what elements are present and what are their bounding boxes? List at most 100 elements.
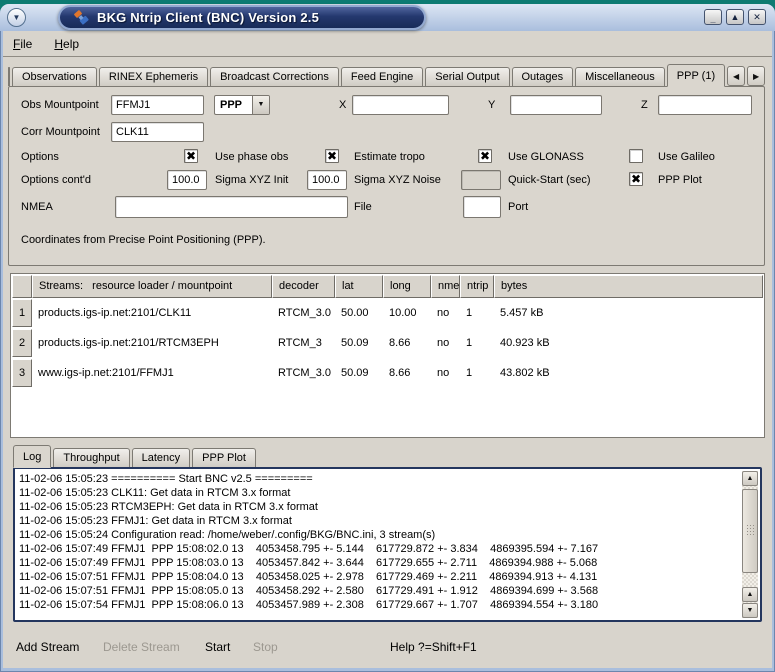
use-galileo-checkbox[interactable] xyxy=(629,149,643,163)
cell-decoder: RTCM_3.0 xyxy=(272,307,335,319)
delete-stream-button: Delete Stream xyxy=(103,640,180,654)
use-phase-obs-checkbox[interactable]: ✖ xyxy=(184,149,198,163)
row-number[interactable]: 3 xyxy=(12,359,32,387)
chevron-down-icon[interactable]: ▼ xyxy=(252,96,269,114)
ppp-mode-select[interactable]: PPP ▼ xyxy=(214,95,270,115)
sigma-xyz-init-label: Sigma XYZ Init xyxy=(215,174,288,186)
sigma-xyz-init-input[interactable] xyxy=(167,170,207,190)
header-decoder[interactable]: decoder xyxy=(272,275,335,298)
maximize-button[interactable]: ▲ xyxy=(726,9,744,25)
cell-ntrip: 1 xyxy=(460,367,494,379)
scroll-down-icon[interactable]: ▼ xyxy=(742,603,758,618)
tab-observations[interactable]: Observations xyxy=(12,67,97,86)
tab-miscellaneous[interactable]: Miscellaneous xyxy=(575,67,665,86)
sigma-xyz-noise-input[interactable] xyxy=(307,170,347,190)
log-line: 11-02-06 15:07:49 FFMJ1 PPP 15:08:03.0 1… xyxy=(19,556,738,570)
close-button[interactable]: ✕ xyxy=(748,9,766,25)
log-view[interactable]: 11-02-06 15:05:23 ========== Start BNC v… xyxy=(13,467,762,622)
cell-nmea: no xyxy=(431,307,460,319)
tab-scroll-right-icon[interactable]: ▶ xyxy=(747,66,765,86)
header-mountpoint[interactable]: Streams: resource loader / mountpoint xyxy=(32,275,272,298)
use-galileo-label: Use Galileo xyxy=(658,151,715,163)
header-long[interactable]: long xyxy=(383,275,431,298)
cell-decoder: RTCM_3 xyxy=(272,337,335,349)
tab-feed-engine[interactable]: Feed Engine xyxy=(341,67,423,86)
log-tab-bar: Log Throughput Latency PPP Plot xyxy=(13,446,258,467)
cell-long: 8.66 xyxy=(383,367,431,379)
header-bytes[interactable]: bytes xyxy=(494,275,763,298)
minimize-button[interactable]: _ xyxy=(704,9,722,25)
row-number[interactable]: 2 xyxy=(12,329,32,357)
ppp-hint-text: Coordinates from Precise Point Positioni… xyxy=(21,234,266,246)
log-line: 11-02-06 15:05:23 ========== Start BNC v… xyxy=(19,472,738,486)
log-line: 11-02-06 15:07:49 FFMJ1 PPP 15:08:02.0 1… xyxy=(19,542,738,556)
tab-latency[interactable]: Latency xyxy=(132,448,191,467)
log-line: 11-02-06 15:07:51 FFMJ1 PPP 15:08:04.0 1… xyxy=(19,570,738,584)
tab-ppp[interactable]: PPP (1) xyxy=(667,64,725,87)
z-coordinate-input[interactable] xyxy=(658,95,752,115)
titlebar[interactable]: ▼ BKG Ntrip Client (BNC) Version 2.5 _ ▲… xyxy=(0,4,775,31)
menu-item-help[interactable]: Help xyxy=(54,37,79,51)
stream-row-2[interactable]: 2 products.igs-ip.net:2101/RTCM3EPH RTCM… xyxy=(12,328,763,358)
cell-decoder: RTCM_3.0 xyxy=(272,367,335,379)
nmea-file-input[interactable] xyxy=(115,196,348,218)
log-scrollbar[interactable]: ▲ ▲ ▼ xyxy=(742,471,758,618)
row-number[interactable]: 1 xyxy=(12,299,32,327)
quick-start-input xyxy=(461,170,501,190)
stream-row-3[interactable]: 3 www.igs-ip.net:2101/FFMJ1 RTCM_3.0 50.… xyxy=(12,358,763,388)
log-line: 11-02-06 15:05:24 Configuration read: /h… xyxy=(19,528,738,542)
log-text: 11-02-06 15:05:23 ========== Start BNC v… xyxy=(19,472,738,617)
x-label: X xyxy=(339,99,346,111)
window-menu-button[interactable]: ▼ xyxy=(7,8,26,27)
use-glonass-checkbox[interactable]: ✖ xyxy=(478,149,492,163)
cell-bytes: 40.923 kB xyxy=(494,337,763,349)
scrollbar-thumb[interactable] xyxy=(742,489,758,573)
cell-bytes: 5.457 kB xyxy=(494,307,763,319)
menu-item-file[interactable]: File xyxy=(13,37,32,51)
tab-log[interactable]: Log xyxy=(13,445,51,468)
bnc-window: ▼ BKG Ntrip Client (BNC) Version 2.5 _ ▲… xyxy=(0,4,775,672)
estimate-tropo-label: Estimate tropo xyxy=(354,151,425,163)
header-ntrip[interactable]: ntrip xyxy=(460,275,494,298)
obs-mountpoint-input[interactable] xyxy=(111,95,204,115)
cell-nmea: no xyxy=(431,367,460,379)
tab-serial-output[interactable]: Serial Output xyxy=(425,67,509,86)
streams-table-header: Streams: resource loader / mountpoint de… xyxy=(12,275,763,298)
start-button[interactable]: Start xyxy=(205,640,230,654)
nmea-file-label: File xyxy=(354,201,372,213)
obs-mountpoint-label: Obs Mountpoint xyxy=(21,99,99,111)
log-line: 11-02-06 15:05:23 FFMJ1: Get data in RTC… xyxy=(19,514,738,528)
ppp-plot-checkbox[interactable]: ✖ xyxy=(629,172,643,186)
tab-ppp-plot[interactable]: PPP Plot xyxy=(192,448,256,467)
corner-header-cell[interactable] xyxy=(12,275,32,298)
y-label: Y xyxy=(488,99,495,111)
estimate-tropo-checkbox[interactable]: ✖ xyxy=(325,149,339,163)
tab-clipped-stub[interactable] xyxy=(8,67,10,86)
x-coordinate-input[interactable] xyxy=(352,95,449,115)
tab-outages[interactable]: Outages xyxy=(512,67,574,86)
cell-long: 10.00 xyxy=(383,307,431,319)
tab-rinex-ephemeris[interactable]: RINEX Ephemeris xyxy=(99,67,208,86)
tab-scroll-left-icon[interactable]: ◀ xyxy=(727,66,745,86)
cell-ntrip: 1 xyxy=(460,307,494,319)
add-stream-button[interactable]: Add Stream xyxy=(16,640,79,654)
scroll-up-icon[interactable]: ▲ xyxy=(742,587,758,602)
header-nmea[interactable]: nmea xyxy=(431,275,460,298)
tab-broadcast-corrections[interactable]: Broadcast Corrections xyxy=(210,67,339,86)
y-coordinate-input[interactable] xyxy=(510,95,602,115)
cell-lat: 50.09 xyxy=(335,337,383,349)
corr-mountpoint-input[interactable] xyxy=(111,122,204,142)
log-line: 11-02-06 15:05:23 CLK11: Get data in RTC… xyxy=(19,486,738,500)
tab-throughput[interactable]: Throughput xyxy=(53,448,129,467)
cell-ntrip: 1 xyxy=(460,337,494,349)
scroll-up-icon[interactable]: ▲ xyxy=(742,471,758,486)
cell-long: 8.66 xyxy=(383,337,431,349)
app-icon xyxy=(73,10,89,26)
ppp-plot-label: PPP Plot xyxy=(658,174,702,186)
stream-row-1[interactable]: 1 products.igs-ip.net:2101/CLK11 RTCM_3.… xyxy=(12,298,763,328)
nmea-port-input[interactable] xyxy=(463,196,501,218)
header-lat[interactable]: lat xyxy=(335,275,383,298)
cell-mountpoint: products.igs-ip.net:2101/CLK11 xyxy=(32,307,272,319)
nmea-port-label: Port xyxy=(508,201,528,213)
sigma-xyz-noise-label: Sigma XYZ Noise xyxy=(354,174,441,186)
